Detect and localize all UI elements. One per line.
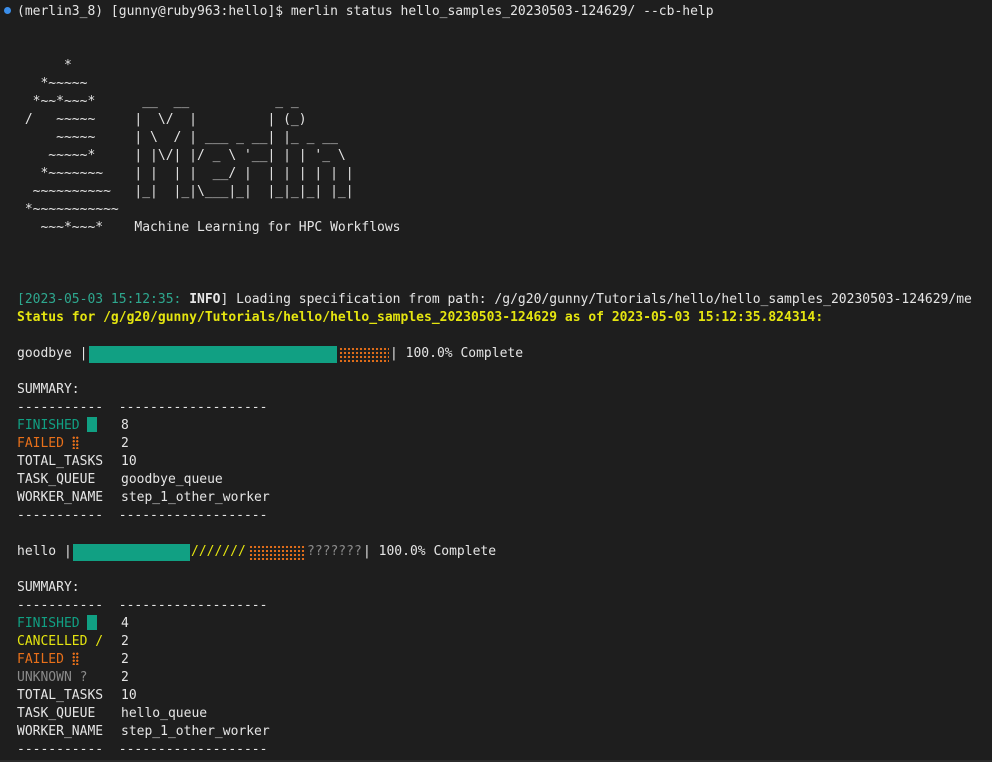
- ascii-art-line: *~~~~~~~~~~~: [17, 202, 119, 217]
- summary-key: FINISHED: [17, 616, 80, 631]
- step-name: goodbye: [17, 346, 72, 361]
- summary-key: TASK_QUEUE: [17, 472, 96, 487]
- summary-value: 8: [121, 418, 129, 433]
- summary-value: 2: [121, 652, 129, 667]
- summary-row-finished: FINISHED: [17, 615, 98, 633]
- ascii-art-line: ~~~~~* | |\/| |/ _ \ '__| | | '_ \: [17, 148, 346, 163]
- summary-header: SUMMARY:: [17, 580, 80, 595]
- summary-value: 2: [121, 670, 129, 685]
- summary-value: 2: [121, 436, 129, 451]
- summary-value: goodbye_queue: [121, 472, 223, 487]
- ascii-art-line: *~~*~~~* __ __ _ _: [17, 94, 299, 109]
- summary-key: FAILED: [17, 652, 64, 667]
- step-name-hello: hello |: [17, 544, 72, 559]
- summary-value: hello_queue: [121, 706, 208, 721]
- summary-key: TOTAL_TASKS: [17, 688, 104, 703]
- summary-row-cancelled: CANCELLED /: [17, 634, 104, 649]
- summary-value: 4: [121, 616, 129, 631]
- terminal-prompt-indicator-icon: [4, 7, 11, 14]
- ascii-art-line: ~~~~~ | \ / | ___ _ __| |_ _ __: [17, 130, 338, 145]
- summary-divider: ----------- -------------------: [17, 598, 268, 613]
- finished-block-icon: [87, 615, 98, 630]
- progress-bar-failed: [339, 347, 389, 362]
- summary-row-failed: FAILED: [17, 651, 79, 669]
- failed-dots-icon: [71, 436, 79, 449]
- summary-value: step_1_other_worker: [121, 724, 270, 739]
- progress-bar-finished: [73, 544, 190, 561]
- progress-bar-cancelled: ///////: [191, 544, 246, 559]
- command-line: (merlin3_8) [gunny@ruby963:hello]$ merli…: [17, 4, 714, 19]
- summary-key: TASK_QUEUE: [17, 706, 96, 721]
- summary-key: TOTAL_TASKS: [17, 454, 104, 469]
- summary-divider: ----------- -------------------: [17, 508, 268, 523]
- log-timestamp: [2023-05-03 15:12:35:: [17, 292, 190, 307]
- log-line: [2023-05-03 15:12:35: INFO] Loading spec…: [17, 291, 972, 309]
- summary-value: 10: [121, 454, 137, 469]
- ascii-art-line: *~~~~~: [17, 76, 88, 91]
- log-message: ] Loading specification from path: /g/g2…: [220, 292, 972, 307]
- summary-value: 10: [121, 688, 137, 703]
- summary-divider: ----------- -------------------: [17, 742, 268, 757]
- progress-complete-label: | 100.0% Complete: [390, 346, 524, 361]
- step-name-goodbye: goodbye |: [17, 346, 88, 361]
- progress-complete-label: | 100.0% Complete: [363, 544, 497, 559]
- failed-dots-icon: [71, 652, 79, 665]
- ascii-art-line: ~~~~~~~~~~ |_| |_|\___|_| |_|_|_| |_|: [17, 184, 354, 199]
- summary-row-unknown: UNKNOWN ?: [17, 670, 88, 685]
- finished-block-icon: [87, 417, 98, 432]
- summary-key: WORKER_NAME: [17, 724, 104, 739]
- log-level: INFO: [189, 292, 221, 307]
- summary-key: FAILED: [17, 436, 64, 451]
- summary-row-finished: FINISHED: [17, 417, 98, 435]
- ascii-art-line: *~~~~~~~ | | | | __/ | | | | | | |: [17, 166, 354, 181]
- summary-header: SUMMARY:: [17, 382, 80, 397]
- summary-key: FINISHED: [17, 418, 80, 433]
- ascii-art-line: *: [17, 58, 72, 73]
- ascii-art-tagline: ~~~*~~~* Machine Learning for HPC Workfl…: [17, 220, 401, 235]
- summary-divider: ----------- -------------------: [17, 400, 268, 415]
- progress-bar-failed: [249, 545, 306, 560]
- progress-bar-unknown: ???????: [307, 544, 362, 559]
- summary-key: WORKER_NAME: [17, 490, 104, 505]
- ascii-art-line: / ~~~~~ | \/ | | (_): [17, 112, 307, 127]
- progress-bar-finished: [89, 346, 337, 363]
- summary-row-failed: FAILED: [17, 435, 79, 453]
- summary-value: step_1_other_worker: [121, 490, 270, 505]
- summary-value: 2: [121, 634, 129, 649]
- status-header: Status for /g/g20/gunny/Tutorials/hello/…: [17, 310, 824, 325]
- step-name: hello: [17, 544, 57, 559]
